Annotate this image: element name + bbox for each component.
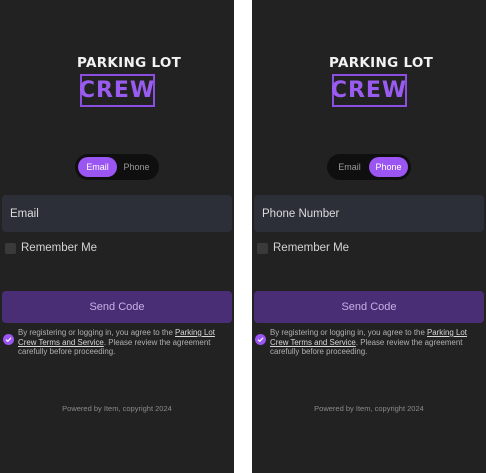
terms-text-before: By registering or logging in, you agree … [270, 328, 428, 337]
logo-top-text: PARKING LOT [329, 55, 434, 71]
logo-box: CREW [330, 74, 408, 107]
send-code-button[interactable]: Send Code [254, 291, 484, 323]
checkbox-icon[interactable] [5, 242, 16, 254]
remember-me-label: Remember Me [273, 242, 350, 254]
checkbox-icon[interactable] [257, 242, 268, 254]
logo-top-text: PARKING LOT [77, 55, 182, 71]
app-logo: PARKING LOT CREW [329, 55, 434, 107]
app-logo: PARKING LOT CREW [77, 55, 182, 107]
terms-text: By registering or logging in, you agree … [18, 328, 233, 357]
logo-box: CREW [78, 74, 156, 107]
logo-bottom-text: CREW [330, 77, 408, 103]
remember-me-label: Remember Me [21, 242, 98, 254]
terms-text-before: By registering or logging in, you agree … [18, 328, 176, 337]
remember-me[interactable]: Remember Me [257, 242, 349, 254]
login-method-toggle: Email Phone [327, 154, 411, 180]
remember-me[interactable]: Remember Me [5, 242, 97, 254]
login-screen-email: PARKING LOT CREW Email Phone Remember Me… [0, 0, 234, 473]
footer-copyright: Powered by Item, copyright 2024 [62, 404, 172, 413]
footer-copyright: Powered by Item, copyright 2024 [314, 404, 424, 413]
checkmark-circle-icon[interactable] [3, 334, 14, 345]
login-method-toggle: Email Phone [75, 154, 159, 180]
terms-text: By registering or logging in, you agree … [270, 328, 485, 357]
toggle-phone[interactable]: Phone [117, 157, 156, 177]
send-code-button[interactable]: Send Code [2, 291, 232, 323]
toggle-phone[interactable]: Phone [369, 157, 408, 177]
phone-number-input[interactable] [254, 195, 484, 232]
checkmark-circle-icon[interactable] [255, 334, 266, 345]
toggle-email[interactable]: Email [78, 157, 117, 177]
terms-agreement: By registering or logging in, you agree … [255, 328, 485, 357]
logo-bottom-text: CREW [78, 77, 156, 103]
toggle-email[interactable]: Email [330, 157, 369, 177]
login-screen-phone: PARKING LOT CREW Email Phone Remember Me… [252, 0, 486, 473]
terms-agreement: By registering or logging in, you agree … [3, 328, 233, 357]
email-input[interactable] [2, 195, 232, 232]
